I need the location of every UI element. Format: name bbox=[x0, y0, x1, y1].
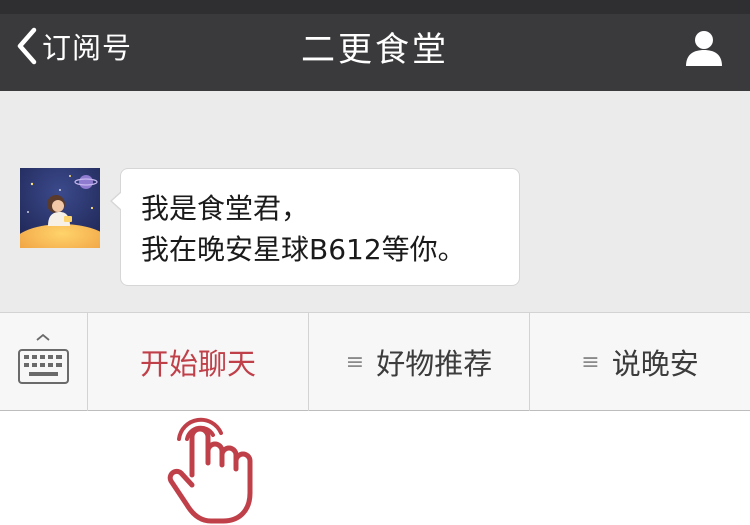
menu-item-label: 好物推荐 bbox=[376, 347, 493, 381]
custom-menu-bar: 开始聊天 ≡ 好物推荐 ≡ 说晚安 bbox=[0, 312, 750, 411]
person-icon bbox=[686, 31, 722, 66]
message-line: 我是食堂君， bbox=[141, 192, 310, 225]
list-icon: ≡ bbox=[581, 349, 600, 375]
pointing-hand-icon bbox=[167, 417, 253, 524]
page-title: 二更食堂 bbox=[301, 30, 449, 70]
menu-item-start-chat[interactable]: 开始聊天 bbox=[87, 313, 308, 411]
menu-item-recommendations[interactable]: ≡ 好物推荐 bbox=[308, 313, 529, 411]
message-bubble: 我是食堂君， 我在晚安星球B612等你。 bbox=[110, 168, 520, 286]
avatar-illustration bbox=[20, 168, 100, 248]
keyboard-toggle-button[interactable] bbox=[0, 313, 87, 411]
menu-item-label: 说晚安 bbox=[611, 347, 699, 381]
chat-area: 我是食堂君， 我在晚安星球B612等你。 bbox=[0, 91, 750, 312]
message-line: 我在晚安星球B612等你。 bbox=[141, 233, 466, 266]
keyboard-icon bbox=[18, 333, 69, 384]
top-navigation-bar: 订阅号 二更食堂 bbox=[0, 0, 750, 91]
menu-item-label: 开始聊天 bbox=[139, 347, 256, 381]
bottom-area bbox=[0, 411, 750, 523]
avatar[interactable] bbox=[20, 168, 100, 248]
profile-button[interactable] bbox=[684, 28, 724, 68]
menu-item-say-goodnight[interactable]: ≡ 说晚安 bbox=[529, 313, 750, 411]
list-icon: ≡ bbox=[345, 349, 365, 375]
